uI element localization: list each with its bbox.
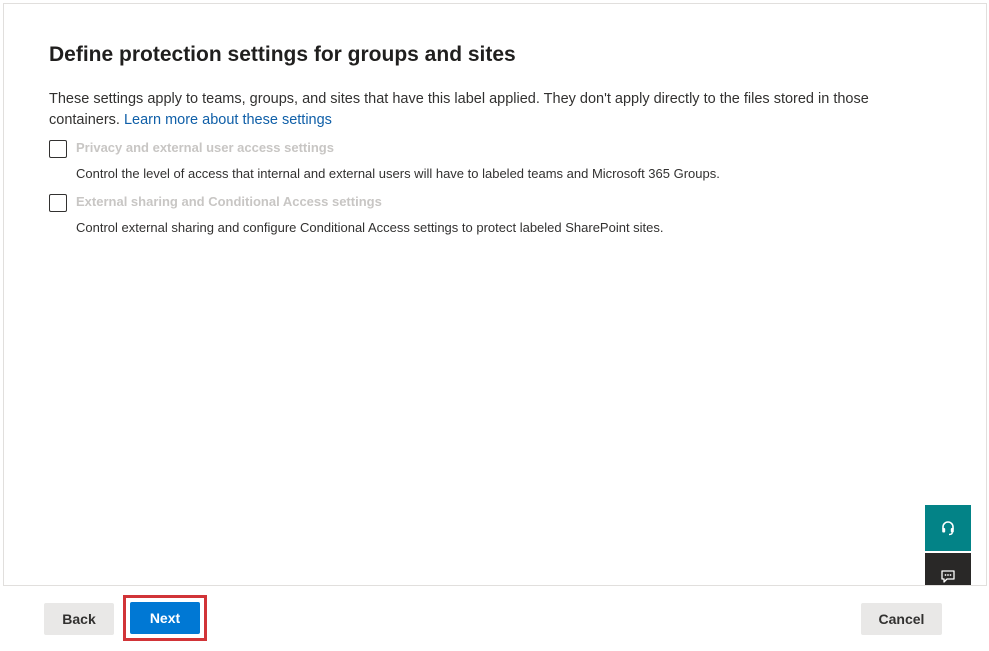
help-button[interactable] bbox=[925, 505, 971, 551]
privacy-access-checkbox[interactable] bbox=[49, 140, 67, 158]
privacy-access-description: Control the level of access that interna… bbox=[76, 166, 720, 181]
learn-more-link[interactable]: Learn more about these settings bbox=[124, 112, 332, 128]
option-external-sharing: External sharing and Conditional Access … bbox=[49, 194, 664, 236]
next-button[interactable]: Next bbox=[130, 602, 200, 634]
back-button[interactable]: Back bbox=[44, 603, 114, 635]
external-sharing-checkbox[interactable] bbox=[49, 194, 67, 212]
headset-icon bbox=[942, 521, 954, 536]
cancel-button[interactable]: Cancel bbox=[861, 603, 942, 635]
main-content: Define protection settings for groups an… bbox=[49, 41, 929, 235]
external-sharing-label: External sharing and Conditional Access … bbox=[76, 194, 382, 209]
external-sharing-description: Control external sharing and configure C… bbox=[76, 220, 664, 235]
option-privacy-external-access: Privacy and external user access setting… bbox=[49, 140, 720, 182]
feedback-icon bbox=[941, 570, 955, 583]
page-title: Define protection settings for groups an… bbox=[49, 43, 516, 66]
wizard-footer: Back Next Cancel bbox=[3, 585, 987, 651]
privacy-access-label: Privacy and external user access setting… bbox=[76, 140, 334, 155]
page-description: These settings apply to teams, groups, a… bbox=[49, 89, 929, 131]
